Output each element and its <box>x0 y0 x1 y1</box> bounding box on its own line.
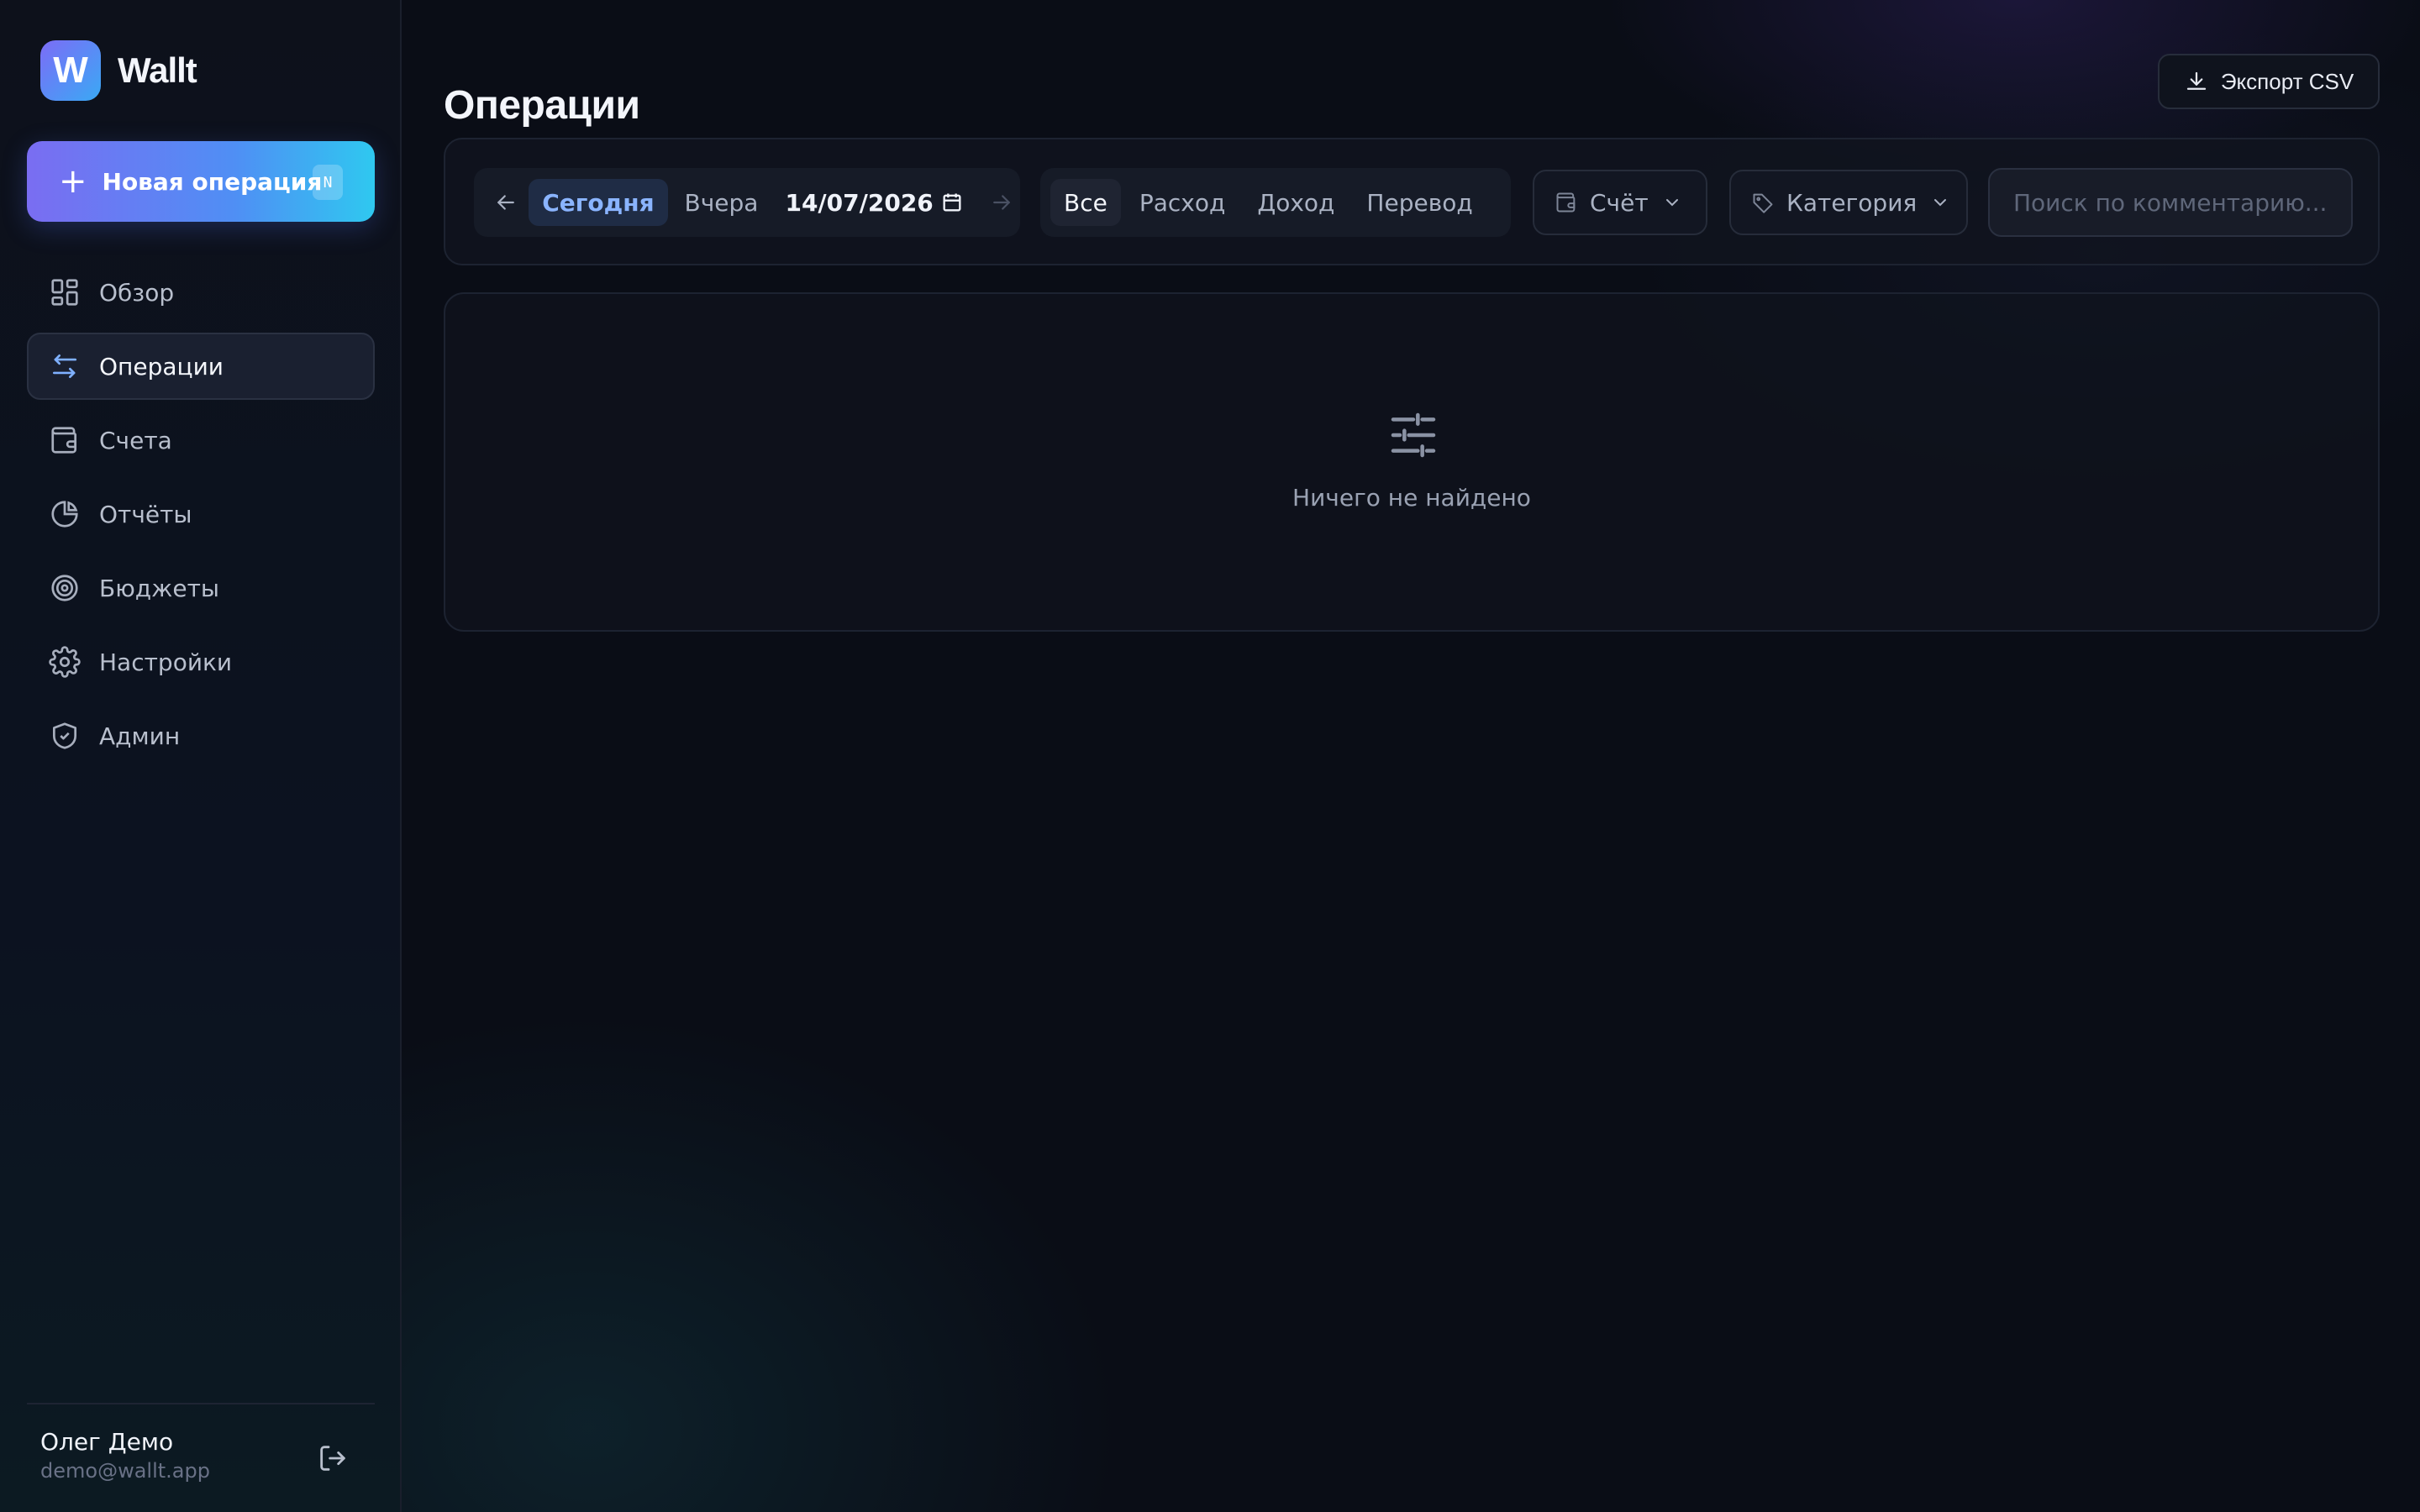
new-operation-label: Новая операция <box>102 167 323 196</box>
arrows-swap-icon <box>52 354 77 379</box>
sliders-icon <box>1391 412 1436 458</box>
sidebar-item-label: Обзор <box>99 278 175 307</box>
sidebar-item-label: Бюджеты <box>99 574 220 602</box>
logo[interactable]: W Wallt <box>40 40 197 101</box>
date-value: 14/07/2026 <box>785 188 934 217</box>
target-icon <box>51 575 78 601</box>
chevron-down-icon <box>1665 199 1678 207</box>
arrow-left-icon <box>497 195 514 210</box>
gear-icon <box>49 646 81 678</box>
shield-icon <box>52 722 77 749</box>
next-day-button[interactable] <box>984 184 1020 221</box>
sidebar-item-accounts[interactable]: Счета <box>27 407 375 474</box>
sidebar-item-label: Настройки <box>99 648 233 676</box>
date-input[interactable]: 14/07/2026 <box>785 189 963 217</box>
sidebar-item-budgets[interactable]: Бюджеты <box>27 554 375 622</box>
sidebar: W Wallt + Новая операция N Обзор Операци… <box>0 0 402 1512</box>
sidebar-item-admin[interactable]: Админ <box>27 702 375 769</box>
prev-day-button[interactable] <box>487 184 523 221</box>
sidebar-item-label: Админ <box>99 722 181 750</box>
today-chip[interactable]: Сегодня <box>529 179 668 226</box>
date-filter: Сегодня Вчера 14/07/2026 <box>474 168 1020 237</box>
filter-bar: Сегодня Вчера 14/07/2026 Все Расход Дохо… <box>444 138 2380 265</box>
account-dropdown[interactable]: Счёт <box>1533 170 1707 235</box>
sidebar-nav: Обзор Операции Счета Отчёты Бюджеты Наст… <box>27 259 375 776</box>
search-input[interactable] <box>1988 168 2353 237</box>
operations-list: Ничего не найдено <box>444 292 2380 632</box>
type-filter: Все Расход Доход Перевод <box>1040 168 1511 237</box>
export-label: Экспорт CSV <box>2220 68 2354 94</box>
new-operation-button[interactable]: + Новая операция N <box>27 141 375 222</box>
type-income[interactable]: Доход <box>1244 179 1348 226</box>
category-label: Категория <box>1786 188 1918 217</box>
yesterday-chip[interactable]: Вчера <box>671 179 772 226</box>
sidebar-item-label: Операции <box>99 352 224 381</box>
type-transfer[interactable]: Перевод <box>1353 179 1486 226</box>
chevron-down-icon <box>1934 199 1947 207</box>
pie-chart-icon <box>51 501 78 528</box>
export-csv-button[interactable]: Экспорт CSV <box>2158 54 2380 109</box>
arrow-right-icon <box>993 195 1011 210</box>
sidebar-item-reports[interactable]: Отчёты <box>27 480 375 548</box>
wallet-icon <box>51 427 77 454</box>
sidebar-item-overview[interactable]: Обзор <box>27 259 375 326</box>
wallet-icon <box>1556 192 1576 213</box>
logout-icon[interactable] <box>316 1441 350 1475</box>
logo-mark-icon: W <box>40 40 101 101</box>
page-title: Операции <box>444 83 640 129</box>
sidebar-item-settings[interactable]: Настройки <box>27 628 375 696</box>
app-name: Wallt <box>118 50 197 90</box>
grid-icon <box>51 279 78 306</box>
account-label: Счёт <box>1590 188 1649 217</box>
category-dropdown[interactable]: Категория <box>1729 170 1968 235</box>
tag-icon <box>1753 193 1773 213</box>
user-panel: Олег Демо demo@wallt.app <box>27 1403 375 1483</box>
sidebar-item-label: Счета <box>99 426 172 454</box>
shortcut-badge: N <box>313 165 343 200</box>
sidebar-item-label: Отчёты <box>99 500 192 528</box>
sidebar-item-operations[interactable]: Операции <box>27 333 375 400</box>
download-icon <box>2186 71 2206 90</box>
empty-state-text: Ничего не найдено <box>1292 484 1531 512</box>
plus-icon: + <box>59 162 87 201</box>
calendar-icon[interactable] <box>940 191 964 214</box>
type-all[interactable]: Все <box>1050 179 1121 226</box>
type-expense[interactable]: Расход <box>1126 179 1239 226</box>
